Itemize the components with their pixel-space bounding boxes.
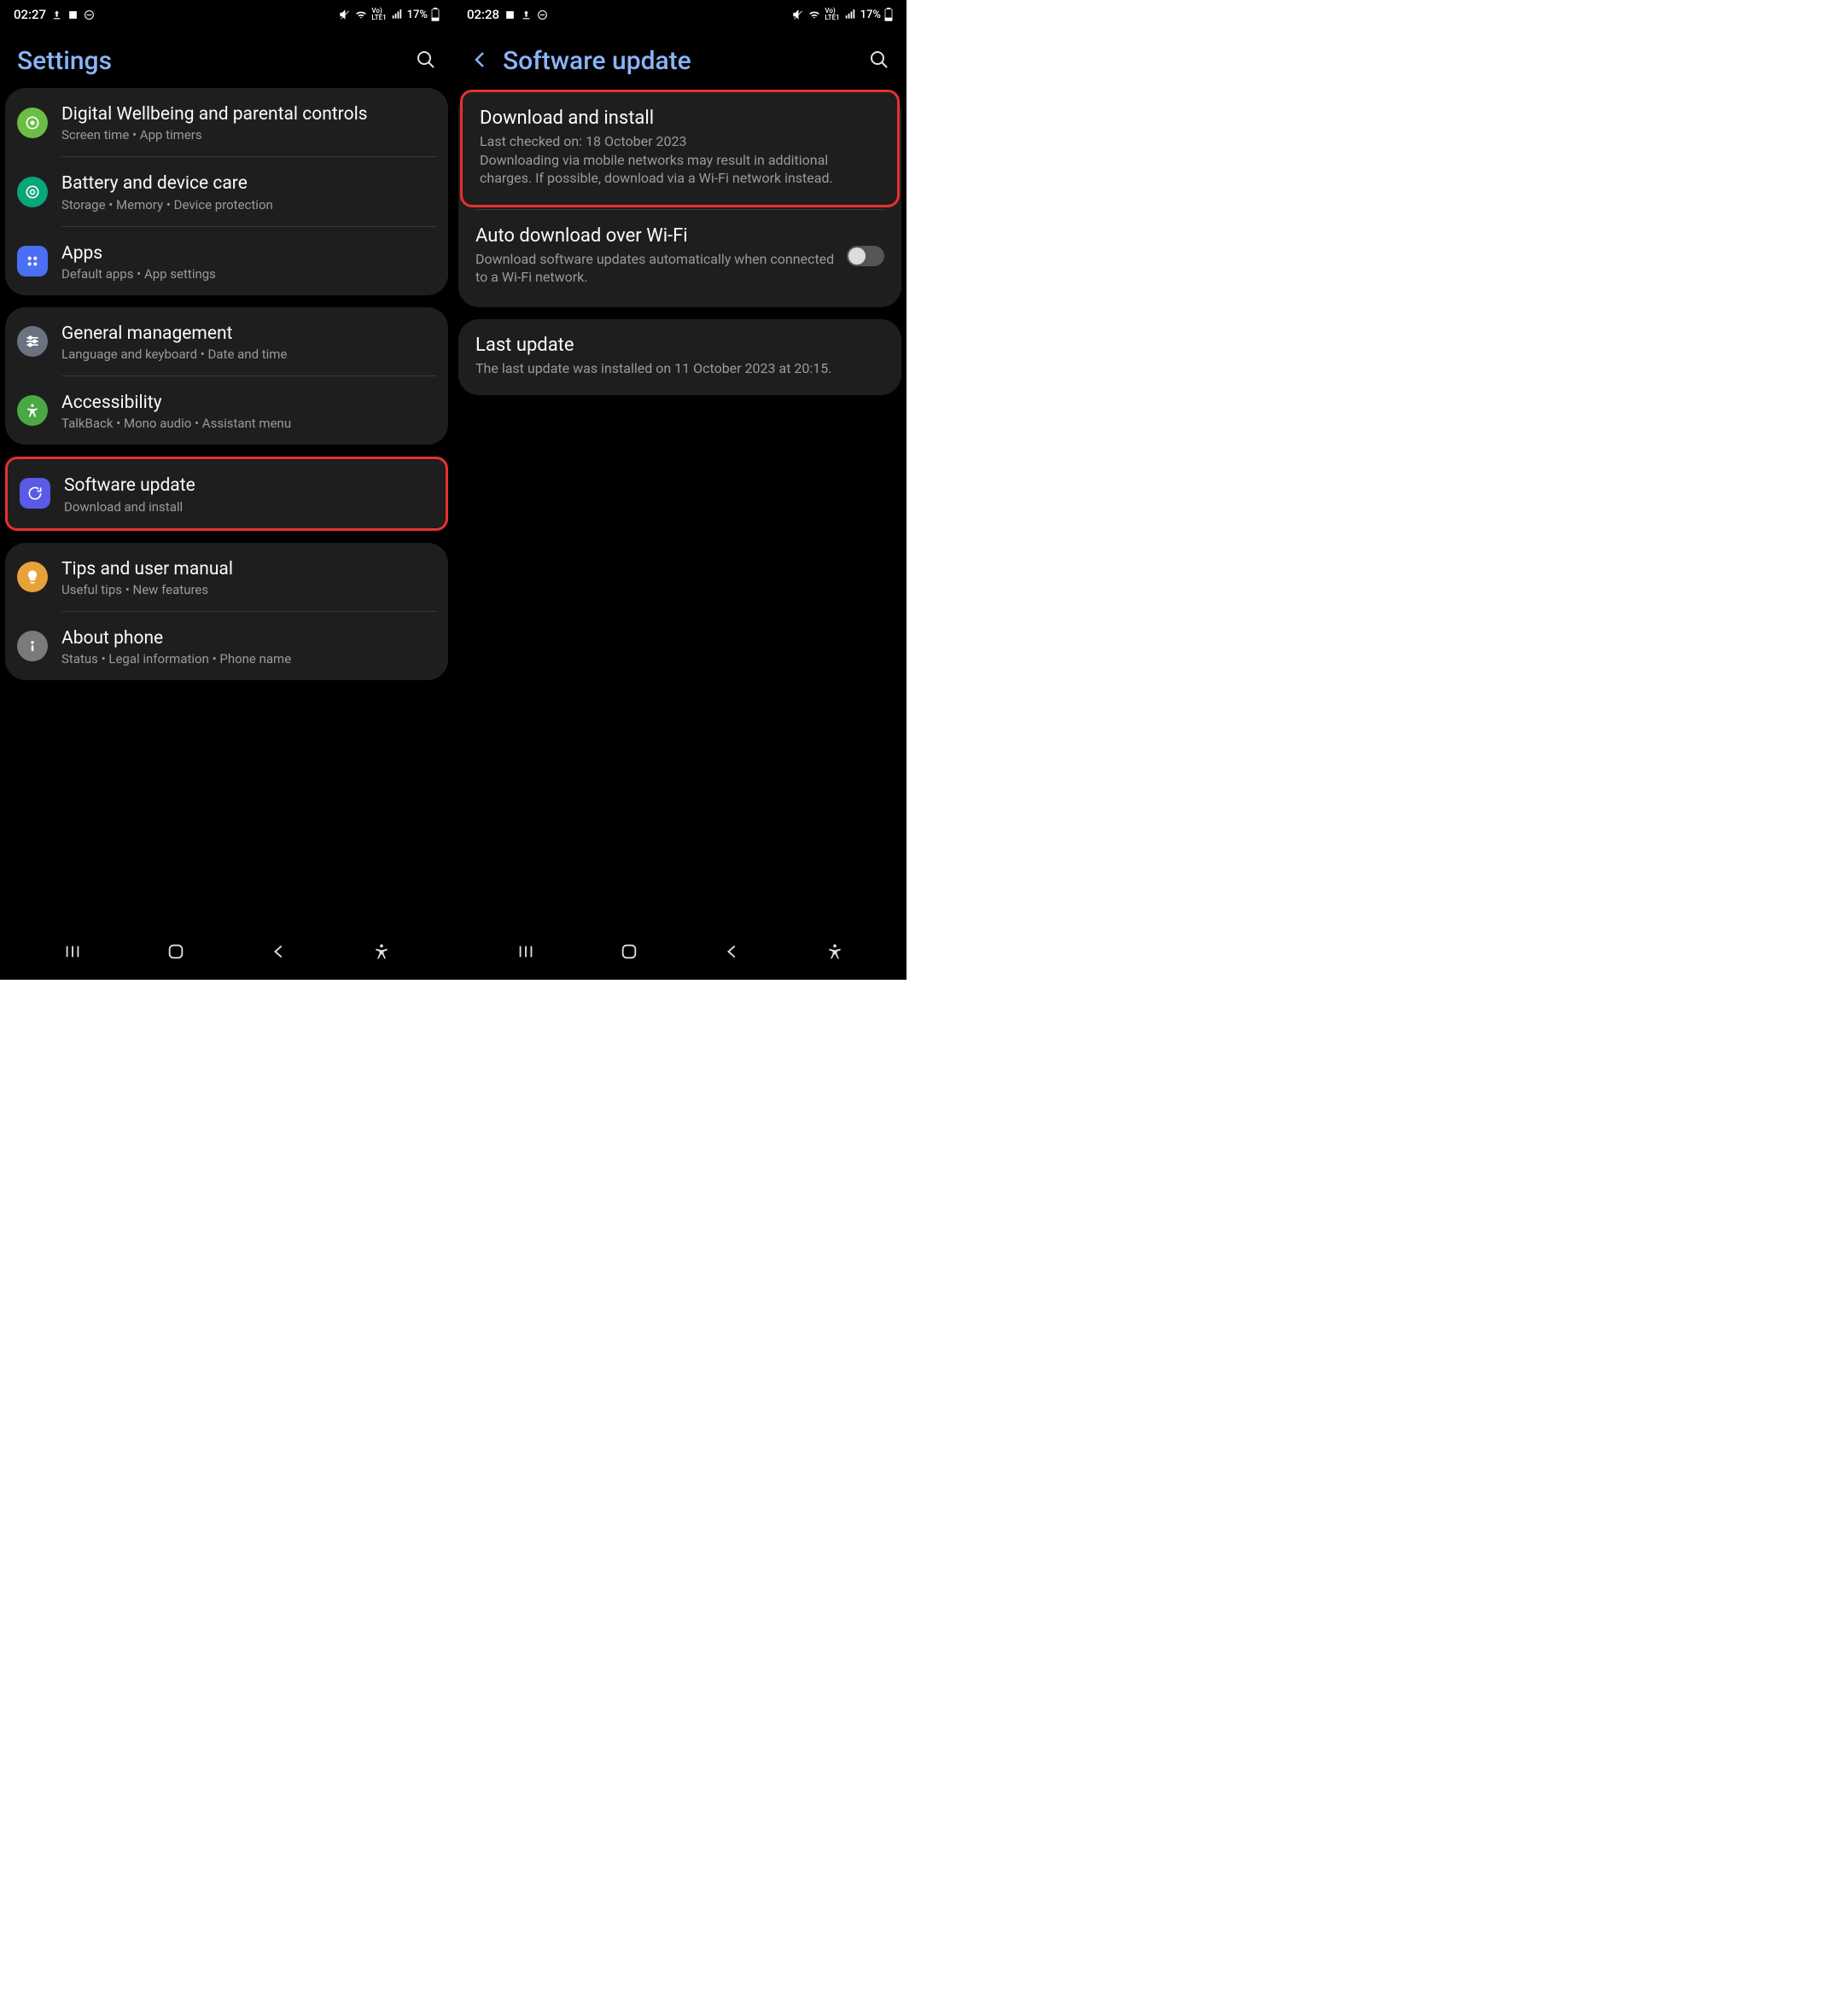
software-update-content: Download and install Last checked on: 18…: [453, 88, 907, 930]
software-update-header: Software update: [453, 26, 907, 88]
back-button[interactable]: [723, 942, 742, 964]
status-bar: 02:28 Vo)LTE1 17%: [453, 0, 907, 26]
mute-icon: [339, 9, 351, 20]
apps-icon: [17, 246, 48, 277]
volte-icon: Vo)LTE1: [371, 8, 386, 21]
item-sub: Status • Legal information • Phone name: [61, 651, 436, 667]
back-button[interactable]: [270, 942, 289, 964]
care-icon: [17, 177, 48, 207]
item-sub: TalkBack • Mono audio • Assistant menu: [61, 416, 436, 431]
status-time: 02:27: [14, 7, 46, 22]
settings-item-update[interactable]: Software update Download and install: [8, 459, 446, 527]
accessibility-button[interactable]: [826, 943, 843, 964]
wifi-icon: [807, 9, 821, 20]
nav-bar: [453, 930, 907, 980]
image-icon: [504, 9, 516, 20]
item-title: General management: [61, 323, 436, 345]
a11y-icon: [17, 395, 48, 426]
upload-icon: [51, 9, 62, 20]
info-icon: [17, 631, 48, 661]
settings-section: General managementLanguage and keyboard …: [5, 307, 448, 445]
volte-icon: Vo)LTE1: [825, 8, 839, 21]
update-icon: [20, 478, 50, 509]
item-title: Apps: [61, 242, 436, 265]
last-update-item[interactable]: Last update The last update was installe…: [458, 319, 901, 395]
item-sub: Language and keyboard • Date and time: [61, 346, 436, 362]
bulb-icon: [17, 562, 48, 592]
settings-item-a11y[interactable]: Accessibility TalkBack • Mono audio • Ass…: [5, 376, 448, 445]
last-update-title: Last update: [475, 335, 884, 356]
auto-download-toggle[interactable]: [847, 246, 884, 266]
image-icon: [67, 9, 79, 20]
accessibility-button[interactable]: [373, 943, 390, 964]
settings-list[interactable]: Digital Wellbeing and parental controls S…: [0, 88, 453, 930]
search-button[interactable]: [416, 49, 436, 73]
item-title: Digital Wellbeing and parental controls: [61, 103, 436, 125]
last-update-sub: The last update was installed on 11 Octo…: [475, 359, 884, 378]
item-sub: Default apps • App settings: [61, 266, 436, 282]
page-title: Software update: [503, 46, 691, 76]
battery-percent: 17%: [407, 9, 428, 21]
battery-icon: [431, 8, 440, 21]
download-install-title: Download and install: [480, 108, 880, 129]
settings-item-info[interactable]: About phone Status • Legal information • …: [5, 612, 448, 680]
settings-section: Tips and user manual Useful tips • New fe…: [5, 543, 448, 681]
item-sub: Storage • Memory • Device protection: [61, 197, 436, 213]
settings-header: Settings: [0, 26, 453, 88]
search-button[interactable]: [869, 49, 889, 73]
home-button[interactable]: [166, 942, 185, 964]
settings-item-sliders[interactable]: General managementLanguage and keyboard …: [5, 307, 448, 376]
download-install-item[interactable]: Download and install Last checked on: 18…: [460, 90, 900, 207]
wifi-icon: [354, 9, 368, 20]
software-update-screen: 02:28 Vo)LTE1 17% Software update Downlo…: [453, 0, 907, 980]
item-title: About phone: [61, 627, 436, 649]
update-options-section: Download and install Last checked on: 18…: [458, 90, 901, 307]
sliders-icon: [17, 326, 48, 357]
settings-section: Software update Download and install: [5, 457, 448, 530]
auto-download-sub: Download software updates automatically …: [475, 250, 837, 287]
home-button[interactable]: [620, 942, 638, 964]
settings-item-bulb[interactable]: Tips and user manual Useful tips • New fe…: [5, 543, 448, 612]
page-title: Settings: [17, 46, 112, 76]
auto-download-title: Auto download over Wi-Fi: [475, 225, 837, 247]
settings-item-wellbeing[interactable]: Digital Wellbeing and parental controls S…: [5, 88, 448, 157]
recents-button[interactable]: [516, 942, 535, 964]
item-sub: Screen time • App timers: [61, 127, 436, 143]
back-button[interactable]: [470, 49, 491, 73]
item-title: Accessibility: [61, 392, 436, 414]
settings-section: Digital Wellbeing and parental controls S…: [5, 88, 448, 295]
item-title: Software update: [64, 475, 434, 497]
wellbeing-icon: [17, 108, 48, 138]
item-sub: Download and install: [64, 499, 434, 515]
status-time: 02:28: [467, 7, 499, 22]
battery-icon: [884, 8, 893, 21]
item-sub: Useful tips • New features: [61, 582, 436, 597]
signal-icon: [843, 9, 857, 20]
settings-screen: 02:27 Vo)LTE1 17% Settings Digital Wellb…: [0, 0, 453, 980]
settings-item-apps[interactable]: AppsDefault apps • App settings: [5, 227, 448, 295]
dnd-icon: [537, 9, 548, 20]
dnd-icon: [84, 9, 95, 20]
signal-icon: [390, 9, 404, 20]
upload-icon: [521, 9, 532, 20]
mute-icon: [792, 9, 804, 20]
recents-button[interactable]: [63, 942, 82, 964]
item-title: Battery and device care: [61, 172, 436, 195]
battery-percent: 17%: [860, 9, 881, 21]
download-install-sub: Last checked on: 18 October 2023 Downloa…: [480, 132, 880, 188]
status-bar: 02:27 Vo)LTE1 17%: [0, 0, 453, 26]
auto-download-item[interactable]: Auto download over Wi-Fi Download softwa…: [458, 210, 901, 304]
settings-item-care[interactable]: Battery and device care Storage • Memory …: [5, 157, 448, 226]
last-update-section: Last update The last update was installe…: [458, 319, 901, 395]
nav-bar: [0, 930, 453, 980]
item-title: Tips and user manual: [61, 558, 436, 580]
